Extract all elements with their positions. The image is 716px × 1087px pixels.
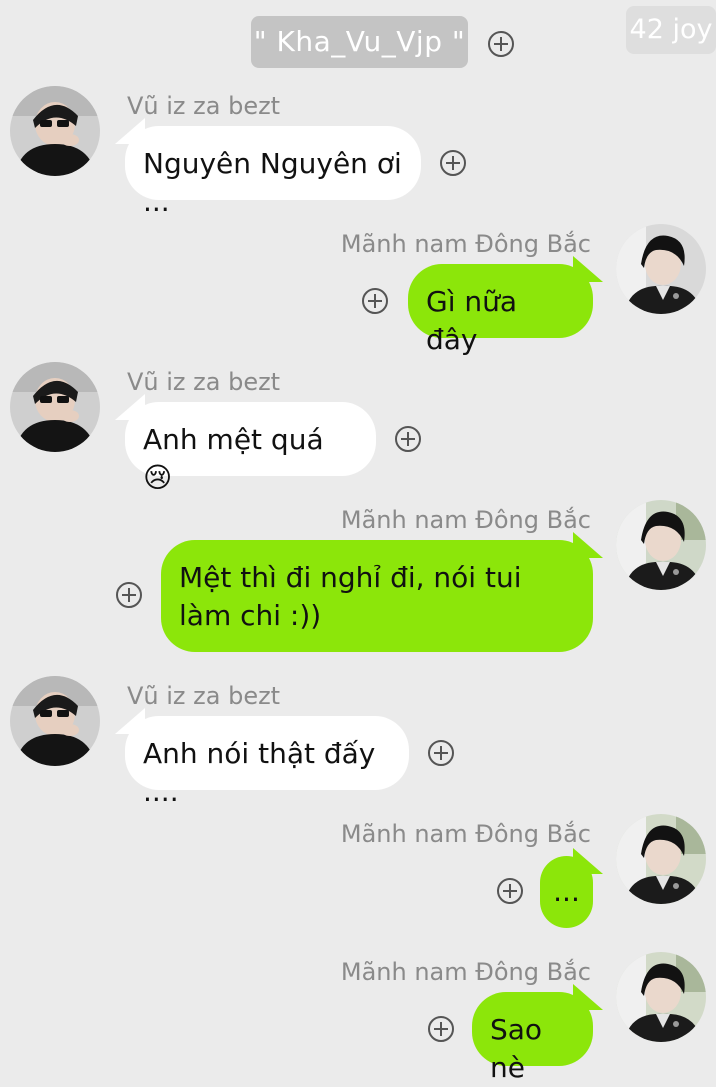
plus-circle-icon[interactable] (427, 1015, 455, 1043)
sender-name: Vũ iz za bezt (127, 682, 281, 710)
avatar-left[interactable] (10, 86, 100, 176)
watermark: 42 joy (626, 6, 716, 54)
message-bubble-outgoing[interactable]: Gì nữa đây (408, 256, 603, 356)
avatar-left[interactable] (10, 676, 100, 766)
add-icon[interactable] (487, 30, 515, 58)
sender-name: Mãnh nam Đông Bắc (340, 958, 591, 986)
sender-name: Vũ iz za bezt (127, 92, 281, 120)
plus-circle-icon[interactable] (427, 739, 455, 767)
sender-name: Mãnh nam Đông Bắc (340, 230, 591, 258)
avatar-right[interactable] (616, 814, 706, 904)
avatar-right[interactable] (616, 224, 706, 314)
message-text: Sao nè (490, 1013, 543, 1084)
message-text: Gì nữa đây (426, 285, 518, 356)
message-text: Nguyên Nguyên ơi ... (143, 147, 402, 218)
sender-name: Mãnh nam Đông Bắc (340, 506, 591, 534)
avatar-photo (616, 224, 706, 314)
plus-circle-icon[interactable] (361, 287, 389, 315)
avatar-right[interactable] (616, 952, 706, 1042)
sender-name: Vũ iz za bezt (127, 368, 281, 396)
avatar-photo (10, 676, 100, 766)
plus-circle-icon[interactable] (115, 581, 143, 609)
avatar-right[interactable] (616, 500, 706, 590)
sender-name: Mãnh nam Đông Bắc (340, 820, 591, 848)
plus-circle-icon[interactable] (496, 877, 524, 905)
plus-circle-icon[interactable] (439, 149, 467, 177)
avatar-photo (616, 952, 706, 1042)
message-bubble-outgoing[interactable]: Sao nè (472, 984, 603, 1084)
message-bubble-outgoing[interactable]: ... (540, 848, 603, 928)
chat-title[interactable]: " Kha_Vu_Vjp " (251, 16, 468, 68)
message-bubble-incoming[interactable]: Nguyên Nguyên ơi ... (115, 118, 421, 218)
avatar-photo (616, 500, 706, 590)
plus-circle-icon[interactable] (394, 425, 422, 453)
message-bubble-incoming[interactable]: Anh mệt quá 😢 (115, 394, 376, 494)
message-bubble-incoming[interactable]: Anh nói thật đấy .... (115, 708, 409, 808)
avatar-photo (10, 362, 100, 452)
avatar-photo (10, 86, 100, 176)
message-text: Anh nói thật đấy .... (143, 737, 376, 808)
message-bubble-outgoing[interactable]: Mệt thì đi nghỉ đi, nói tui làm chi :)) (161, 532, 603, 652)
message-text: Mệt thì đi nghỉ đi, nói tui làm chi :)) (179, 561, 522, 632)
avatar-left[interactable] (10, 362, 100, 452)
message-text: Anh mệt quá 😢 (143, 423, 324, 494)
avatar-photo (616, 814, 706, 904)
message-text: ... (553, 875, 580, 908)
